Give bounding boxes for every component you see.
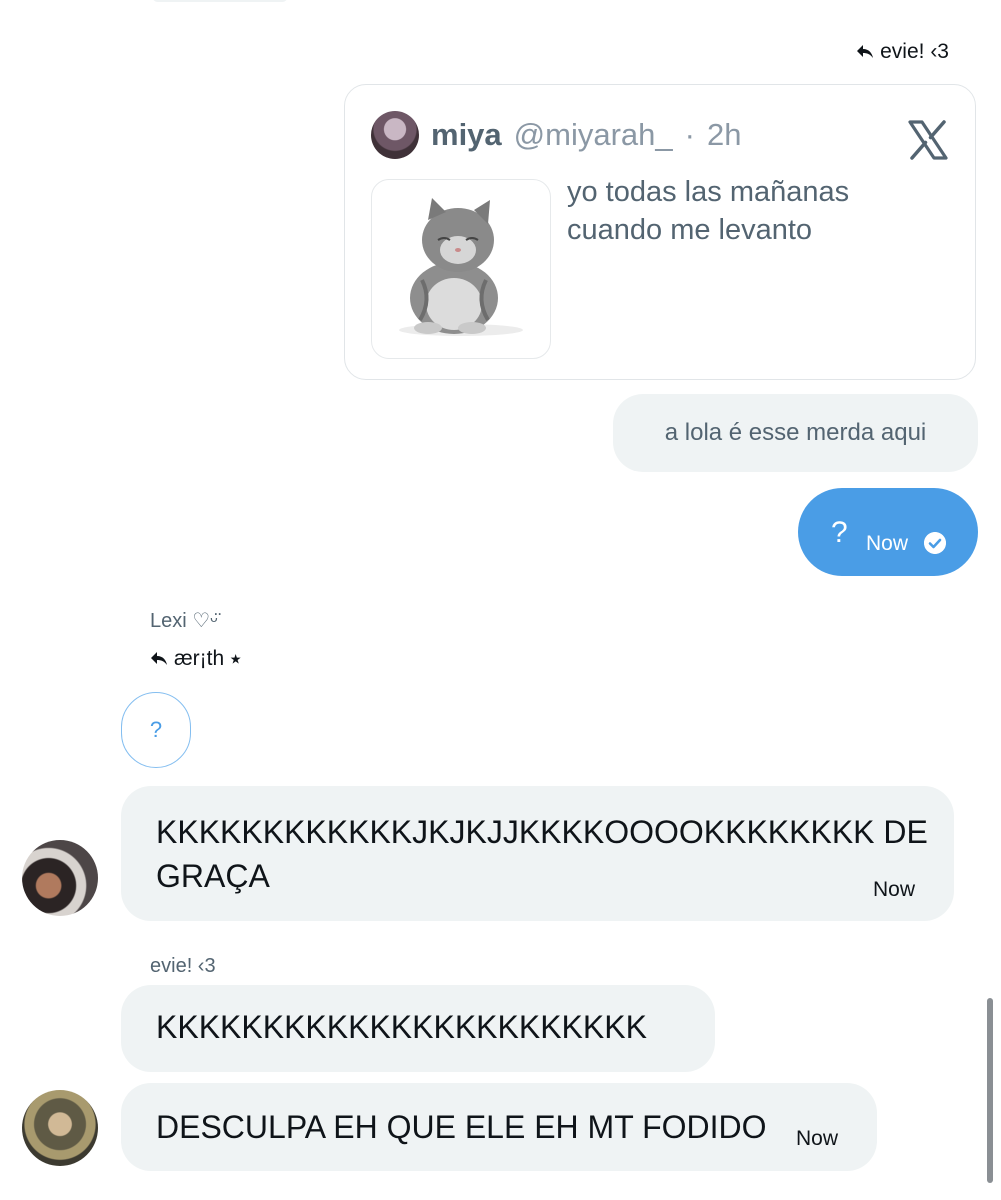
message-bubble[interactable]: a lola é esse merda aqui	[613, 394, 978, 472]
message-text: ?	[149, 717, 163, 742]
sender-name: Lexi ♡ᵕ̈	[150, 610, 218, 632]
tweet-card[interactable]: miya @miyarah_ · 2h yo todas las mañanas…	[344, 84, 976, 380]
scrollbar[interactable]	[987, 998, 993, 1183]
message-text: DESCULPA EH QUE ELE EH MT FODIDO	[156, 1109, 767, 1145]
tweet-text: yo todas las mañanas cuando me levanto	[567, 176, 850, 246]
tweet-author-name: miya	[431, 117, 502, 152]
message-text: ?	[831, 516, 848, 549]
tweet-separator: ·	[684, 117, 695, 152]
reply-target-name: evie! ‹3	[880, 40, 949, 63]
message-text: KKKKKKKKKKKKJKJKJJKKKKOOOOKKKKKKKK DE GR…	[156, 814, 928, 894]
tweet-author-handle: @miyarah_	[513, 117, 673, 152]
reply-indicator: evie! ‹3	[856, 40, 949, 64]
tweet-author-avatar[interactable]	[371, 111, 419, 159]
previous-message-bubble[interactable]	[152, 0, 288, 2]
sent-message-bubble[interactable]: ? Now	[798, 488, 978, 576]
message-text: KKKKKKKKKKKKKKKKKKKKKKK	[156, 1009, 647, 1045]
quoted-message[interactable]: ?	[121, 692, 191, 768]
reply-arrow-icon	[857, 45, 874, 58]
reply-arrow-icon	[151, 652, 167, 665]
message-time: Now	[866, 532, 909, 555]
x-logo-icon	[908, 120, 948, 160]
reply-indicator: ær¡th ⭑	[150, 647, 241, 671]
message-time: Now	[873, 878, 916, 901]
reply-target-name: ær¡th ⭑	[174, 647, 242, 670]
message-bubble[interactable]: KKKKKKKKKKKKJKJKJJKKKKOOOOKKKKKKKK DE GR…	[121, 786, 954, 921]
message-bubble[interactable]: DESCULPA EH QUE ELE EH MT FODIDO Now	[121, 1083, 877, 1171]
tweet-image[interactable]	[371, 179, 551, 359]
message-text: a lola é esse merda aqui	[664, 419, 927, 446]
avatar[interactable]	[22, 1090, 98, 1166]
tweet-header: miya @miyarah_ · 2h	[431, 117, 741, 153]
sender-name: evie! ‹3	[150, 955, 216, 977]
message-bubble[interactable]: KKKKKKKKKKKKKKKKKKKKKKK	[121, 985, 715, 1072]
tweet-time: 2h	[706, 117, 742, 152]
avatar[interactable]	[22, 840, 98, 916]
message-time: Now	[796, 1127, 839, 1150]
kitten-photo	[399, 198, 523, 336]
check-circle-icon	[924, 532, 946, 554]
